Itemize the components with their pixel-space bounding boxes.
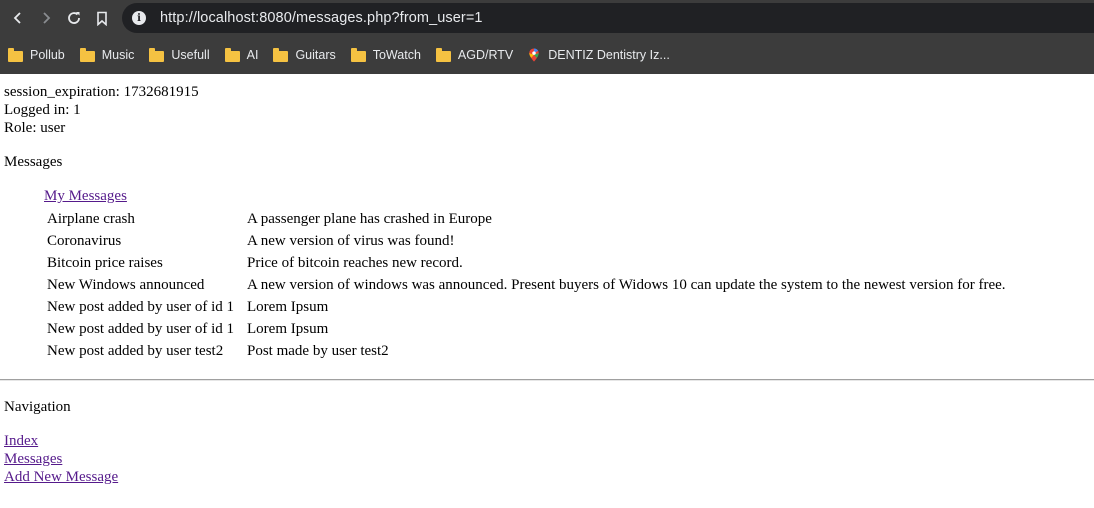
message-title: Coronavirus xyxy=(47,233,122,249)
message-title: Airplane crash xyxy=(47,211,135,227)
message-title: New post added by user test2 xyxy=(47,343,224,359)
bookmark-link[interactable]: DENTIZ Dentistry Iz... xyxy=(528,48,670,62)
table-row: Airplane crash A passenger plane has cra… xyxy=(46,209,1007,229)
bookmark-label: Usefull xyxy=(171,48,210,62)
logged-in-status: Logged in: 1 xyxy=(4,102,81,118)
bookmark-folder[interactable]: ToWatch xyxy=(350,47,421,62)
bookmark-label: Guitars xyxy=(295,48,336,62)
message-title: Bitcoin price raises xyxy=(47,255,163,271)
url-text: http://localhost:8080/messages.php?from_… xyxy=(160,10,483,26)
message-title: New post added by user of id 1 xyxy=(47,321,235,337)
reload-icon[interactable] xyxy=(60,4,88,32)
bookmark-label: DENTIZ Dentistry Iz... xyxy=(548,48,670,62)
bookmark-folder[interactable]: Usefull xyxy=(149,47,210,62)
forward-icon[interactable] xyxy=(32,4,60,32)
bookmark-folder[interactable]: Guitars xyxy=(273,47,336,62)
address-bar[interactable]: i http://localhost:8080/messages.php?fro… xyxy=(122,3,1094,33)
session-info: session_expiration: 1732681915 Logged in… xyxy=(4,83,1090,137)
back-icon[interactable] xyxy=(4,4,32,32)
folder-icon xyxy=(273,47,289,62)
folder-icon xyxy=(224,47,240,62)
message-body: Lorem Ipsum xyxy=(247,321,329,337)
table-row: Bitcoin price raises Price of bitcoin re… xyxy=(46,253,1007,273)
messages-link[interactable]: Messages xyxy=(4,450,1090,468)
message-body: Lorem Ipsum xyxy=(247,299,329,315)
add-new-message-link[interactable]: Add New Message xyxy=(4,468,1090,486)
divider xyxy=(0,379,1094,381)
message-body: A new version of virus was found! xyxy=(247,233,455,249)
navigation-heading: Navigation xyxy=(4,399,71,415)
message-body: Price of bitcoin reaches new record. xyxy=(247,255,463,271)
table-row: New Windows announced A new version of w… xyxy=(46,275,1007,295)
table-row: Coronavirus A new version of virus was f… xyxy=(46,231,1007,251)
folder-icon xyxy=(79,47,95,62)
browser-toolbar: i http://localhost:8080/messages.php?fro… xyxy=(0,0,1094,36)
bookmark-label: Music xyxy=(101,48,135,62)
page-content: session_expiration: 1732681915 Logged in… xyxy=(0,74,1094,486)
bookmarks-bar: Pollub Music Usefull AI Guitars ToWatch … xyxy=(0,36,1094,74)
message-title: New Windows announced xyxy=(47,277,205,293)
google-maps-icon xyxy=(529,48,539,62)
session-expiration: session_expiration: 1732681915 xyxy=(4,84,199,100)
messages-heading: Messages xyxy=(4,154,63,170)
table-row: New post added by user of id 1 Lorem Ips… xyxy=(46,297,1007,317)
site-info-icon[interactable]: i xyxy=(132,11,146,25)
folder-icon xyxy=(8,47,23,62)
messages-table: Airplane crash A passenger plane has cra… xyxy=(44,207,1009,363)
message-body: A new version of windows was announced. … xyxy=(247,277,1006,293)
message-body: Post made by user test2 xyxy=(247,343,389,359)
table-row: New post added by user test2 Post made b… xyxy=(46,341,1007,361)
bookmark-label: ToWatch xyxy=(372,48,421,62)
table-row: New post added by user of id 1 Lorem Ips… xyxy=(46,319,1007,339)
bookmark-icon[interactable] xyxy=(88,4,116,32)
message-body: A passenger plane has crashed in Europe xyxy=(247,211,492,227)
bookmark-label: AGD/RTV xyxy=(457,48,514,62)
bookmark-folder[interactable]: Music xyxy=(79,47,135,62)
user-role: Role: user xyxy=(4,120,66,136)
message-title: New post added by user of id 1 xyxy=(47,299,235,315)
my-messages-link[interactable]: My Messages xyxy=(44,187,1090,205)
bookmark-label: Pollub xyxy=(30,48,65,62)
messages-section: My Messages Airplane crash A passenger p… xyxy=(44,187,1090,363)
folder-icon xyxy=(435,47,451,62)
bookmark-folder[interactable]: AGD/RTV xyxy=(435,47,514,62)
bookmark-label: AI xyxy=(246,48,259,62)
folder-icon xyxy=(149,47,165,62)
navigation-links: Index Messages Add New Message xyxy=(4,432,1090,486)
folder-icon xyxy=(350,47,366,62)
bookmark-folder[interactable]: Pollub xyxy=(8,47,65,62)
bookmark-folder[interactable]: AI xyxy=(224,47,259,62)
index-link[interactable]: Index xyxy=(4,432,1090,450)
